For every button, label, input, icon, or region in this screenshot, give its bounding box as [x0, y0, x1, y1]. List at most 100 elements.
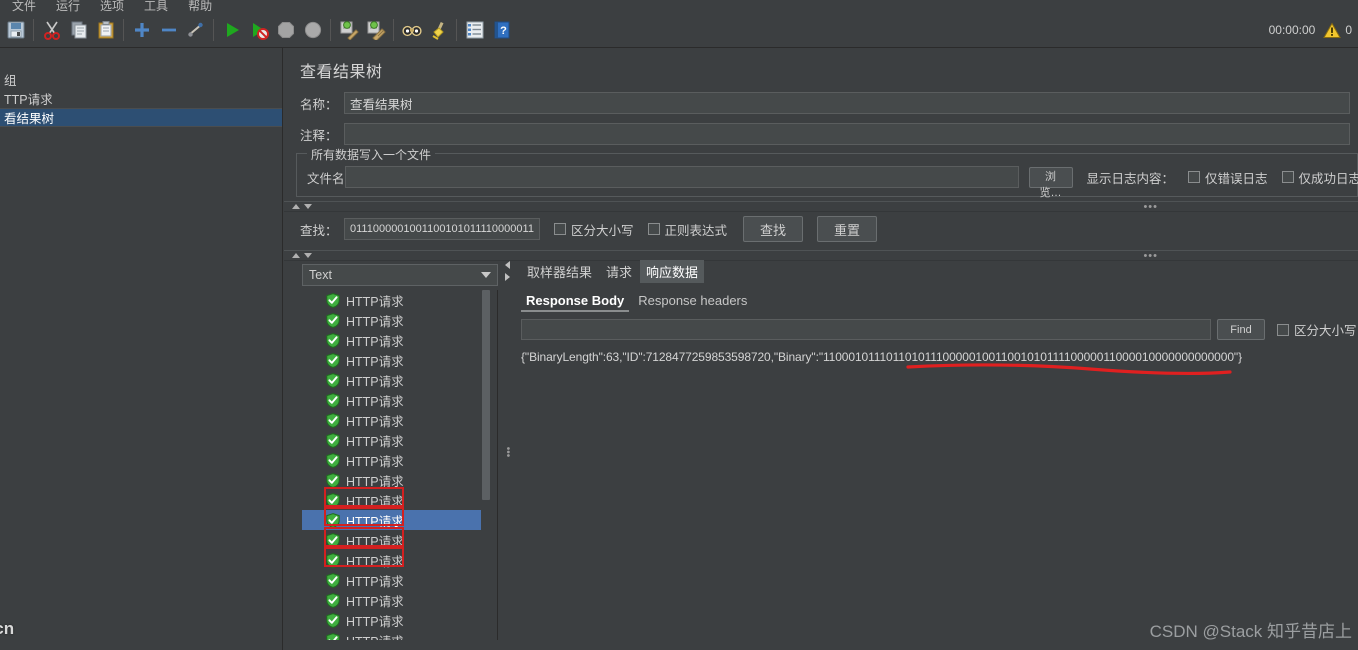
response-find-button[interactable]: Find	[1217, 319, 1265, 340]
search-case-sensitive-checkbox[interactable]: 区分大小写	[554, 220, 634, 239]
browse-button[interactable]: 浏览…	[1028, 166, 1073, 199]
shutdown-icon[interactable]	[299, 17, 326, 44]
tree-node-http-request[interactable]: TTP请求	[0, 89, 282, 108]
menu-item-tools[interactable]: 工具	[134, 0, 178, 13]
result-list-item[interactable]: HTTP请求	[302, 310, 497, 330]
result-list-item[interactable]: HTTP请求	[302, 430, 497, 450]
search-label: 查找：	[300, 223, 338, 238]
search-reset-button[interactable]: 重置	[817, 216, 878, 242]
filename-input[interactable]	[344, 166, 1019, 188]
checkbox-box[interactable]	[1281, 171, 1294, 183]
result-item-label: HTTP请求	[346, 314, 404, 329]
scrollbar-thumb[interactable]	[482, 290, 490, 500]
response-subtab[interactable]: Response headers	[633, 292, 752, 312]
result-list-item[interactable]: HTTP请求	[302, 370, 497, 390]
response-subtabs[interactable]: Response Body Response headers	[513, 292, 1358, 312]
svg-text:?: ?	[500, 25, 507, 37]
checkbox-box[interactable]	[1188, 171, 1201, 183]
detail-tab[interactable]: 取样器结果	[521, 260, 598, 283]
result-list-item[interactable]: HTTP请求	[302, 590, 497, 610]
cut-icon[interactable]	[38, 17, 65, 44]
renderer-selected-label: Text	[309, 268, 332, 282]
start-icon[interactable]	[218, 17, 245, 44]
result-list-item[interactable]: HTTP请求	[302, 390, 497, 410]
response-subtab[interactable]: Response Body	[521, 292, 630, 312]
search-regex-checkbox[interactable]: 正则表达式	[647, 220, 727, 239]
collapse-up-icon[interactable]	[292, 204, 300, 209]
result-list-item[interactable]: HTTP请求	[302, 330, 497, 350]
splitter-top[interactable]: •••	[284, 201, 1358, 212]
chevron-down-icon[interactable]	[481, 272, 491, 278]
paste-icon[interactable]	[92, 17, 119, 44]
result-item-label: HTTP请求	[346, 494, 404, 509]
errors-only-checkbox[interactable]: 仅错误日志	[1188, 168, 1268, 187]
result-list-item[interactable]: HTTP请求	[302, 350, 497, 370]
detail-tab[interactable]: 响应数据	[640, 260, 705, 283]
response-find-input[interactable]	[521, 319, 1211, 340]
test-plan-tree[interactable]: 组 TTP请求 看结果树	[0, 48, 283, 650]
tab-scroll-arrows[interactable]	[505, 261, 510, 281]
checkbox-box[interactable]	[554, 223, 566, 235]
result-list-item[interactable]: HTTP请求	[302, 470, 497, 490]
remove-icon[interactable]	[155, 17, 182, 44]
result-item-label: HTTP请求	[346, 594, 404, 609]
toggle-icon[interactable]	[182, 17, 209, 44]
results-scrollbar[interactable]	[481, 290, 491, 642]
renderer-select[interactable]: Text	[302, 264, 498, 286]
warning-count: 0	[1345, 23, 1352, 37]
add-icon[interactable]	[128, 17, 155, 44]
checkbox-box[interactable]	[1277, 323, 1289, 336]
comment-input[interactable]	[344, 123, 1350, 145]
collapse-down-icon[interactable]	[304, 204, 312, 209]
result-list-item[interactable]: HTTP请求	[302, 570, 497, 590]
sampler-results-list[interactable]: HTTP请求 HTTP请求 HTTP请求 HTTP请求 HTTP请求 HTTP请…	[302, 290, 498, 640]
result-list-item[interactable]: HTTP请求	[302, 530, 497, 550]
search-input[interactable]	[344, 218, 540, 240]
stop-icon[interactable]	[272, 17, 299, 44]
result-list-item[interactable]: HTTP请求	[302, 410, 497, 430]
menu-item-help[interactable]: 帮助	[178, 0, 222, 13]
success-shield-icon	[326, 552, 340, 568]
result-list-item[interactable]: HTTP请求	[302, 290, 497, 310]
function-helper-icon[interactable]	[461, 17, 488, 44]
result-list-item[interactable]: HTTP请求	[302, 450, 497, 470]
search-icon[interactable]	[398, 17, 425, 44]
name-input[interactable]	[344, 92, 1350, 114]
detail-tabs[interactable]: 取样器结果 请求 响应数据	[513, 260, 1358, 283]
menu-item-run[interactable]: 运行	[46, 0, 90, 13]
clear-all-icon[interactable]	[362, 17, 389, 44]
successes-only-checkbox[interactable]: 仅成功日志	[1281, 168, 1358, 187]
splitter-grip[interactable]: •••	[1143, 201, 1158, 212]
clear-search-icon[interactable]	[425, 17, 452, 44]
write-all-data-groupbox: 所有数据写入一个文件 文件名 浏览… 显示日志内容： 仅错误日志 仅成功日志	[296, 146, 1358, 199]
copy-icon[interactable]	[65, 17, 92, 44]
tree-node-thread-group[interactable]: 组	[0, 70, 282, 89]
checkbox-box[interactable]	[647, 223, 660, 235]
collapse-up-icon[interactable]	[292, 253, 300, 258]
menu-item-file[interactable]: 文件	[2, 0, 46, 13]
result-list-item[interactable]: HTTP请求	[302, 550, 497, 570]
toolbar-separator	[393, 19, 394, 41]
splitter-grip[interactable]: •••	[502, 447, 513, 458]
warning-indicator[interactable]: 0	[1323, 21, 1352, 39]
pane-splitter-vertical[interactable]: •••	[502, 261, 513, 643]
tab-scroll-right-icon[interactable]	[505, 273, 510, 281]
result-list-item[interactable]: HTTP请求	[302, 510, 490, 530]
tab-scroll-left-icon[interactable]	[505, 261, 510, 269]
collapse-down-icon[interactable]	[304, 253, 312, 258]
new-icon[interactable]	[2, 17, 29, 44]
warning-triangle-icon	[1323, 21, 1342, 38]
start-no-pauses-icon[interactable]	[245, 17, 272, 44]
response-case-sensitive-checkbox[interactable]: 区分大小写	[1277, 320, 1357, 339]
splitter-grip[interactable]: •••	[1143, 250, 1158, 261]
splitter-middle[interactable]: •••	[284, 250, 1358, 261]
help-icon[interactable]: ?	[488, 17, 515, 44]
site-watermark-text: znwx.cn	[0, 619, 15, 638]
search-find-button[interactable]: 查找	[743, 216, 804, 242]
clear-icon[interactable]	[335, 17, 362, 44]
result-list-item[interactable]: HTTP请求	[302, 490, 497, 510]
menu-item-options[interactable]: 选项	[90, 0, 134, 13]
tree-node-view-results-tree[interactable]: 看结果树	[0, 108, 282, 127]
detail-tab[interactable]: 请求	[600, 260, 638, 283]
name-label: 名称：	[300, 97, 338, 112]
